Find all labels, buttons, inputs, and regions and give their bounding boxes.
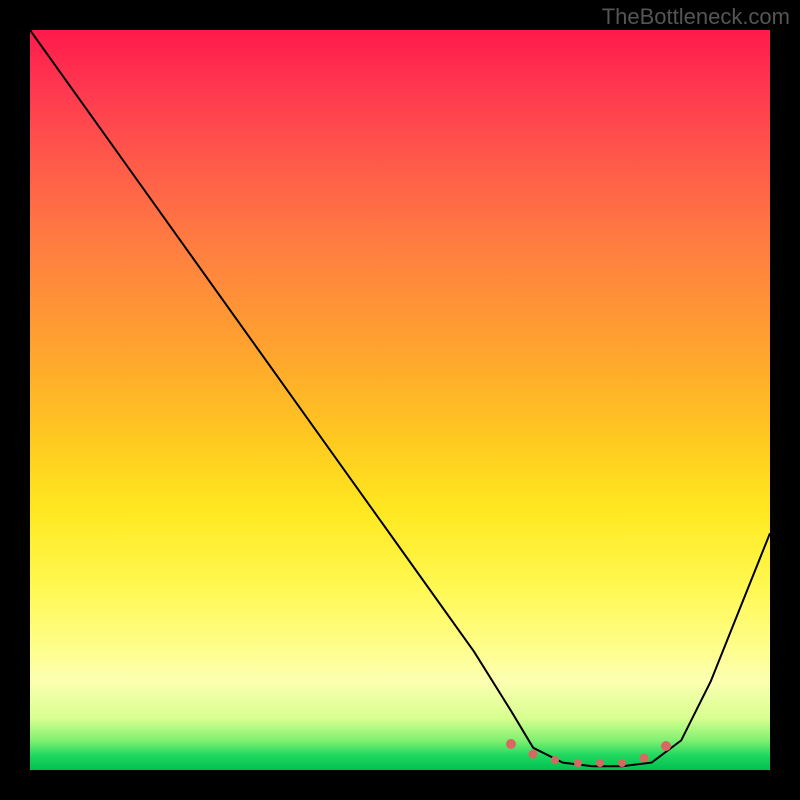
- chart-plot-area: [30, 30, 770, 770]
- chart-curve-path: [30, 30, 770, 766]
- chart-curve-svg: [30, 30, 770, 770]
- watermark-text: TheBottleneck.com: [602, 4, 790, 30]
